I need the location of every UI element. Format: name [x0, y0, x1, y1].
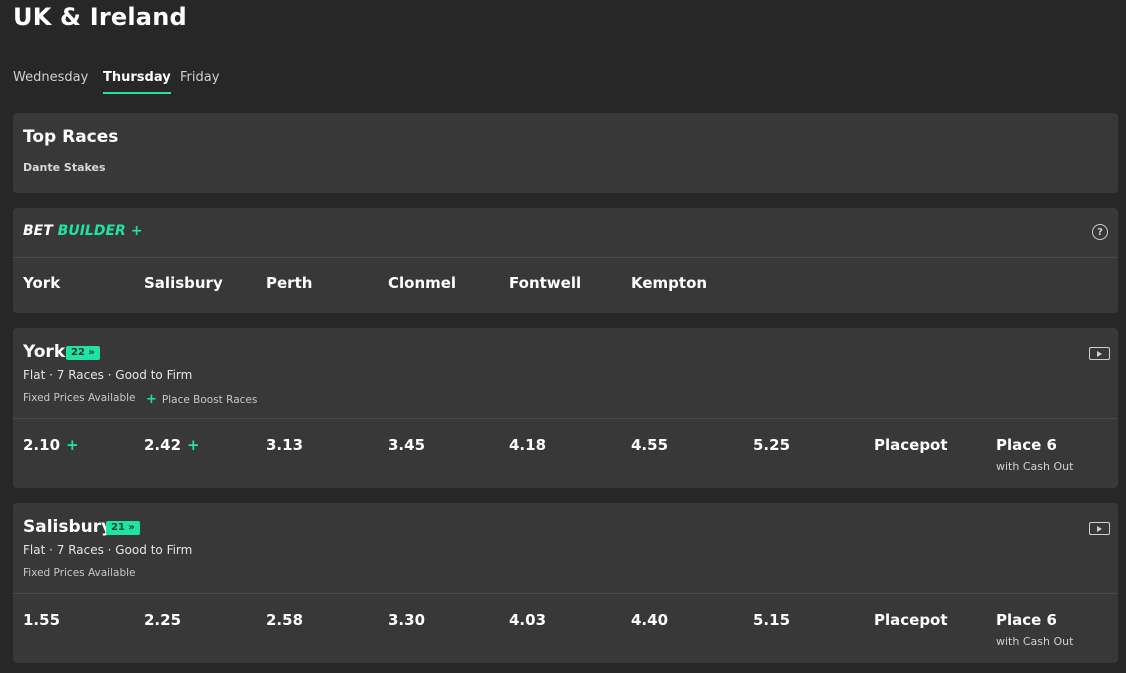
bet-builder-plus-icon: +: [130, 223, 143, 239]
boost-plus-icon: +: [66, 436, 79, 454]
race-time-link[interactable]: 2.10 +: [23, 436, 79, 454]
bet-builder-venue-salisbury[interactable]: Salisbury: [144, 274, 223, 292]
race-time: 2.10: [23, 436, 61, 454]
top-races-title: Top Races: [23, 127, 119, 147]
bet-builder-logo-builder: BUILDER: [57, 223, 126, 239]
race-time-link[interactable]: 2.58: [266, 611, 303, 629]
video-play-icon[interactable]: [1089, 347, 1110, 360]
race-time-link[interactable]: 5.25: [753, 436, 790, 454]
plus-icon: +: [146, 392, 157, 407]
meeting-info: Flat · 7 Races · Good to Firm: [23, 368, 193, 382]
meeting-name[interactable]: Salisbury: [23, 517, 112, 537]
divider: [13, 593, 1118, 594]
top-race-link[interactable]: Dante Stakes: [23, 161, 106, 174]
page: UK & Ireland Wednesday Thursday Friday T…: [0, 0, 1126, 673]
race-time-link[interactable]: 1.55: [23, 611, 60, 629]
race-time-link[interactable]: 3.13: [266, 436, 303, 454]
race-time-link[interactable]: 2.25: [144, 611, 181, 629]
race-time-link[interactable]: 4.55: [631, 436, 668, 454]
meeting-info: Flat · 7 Races · Good to Firm: [23, 543, 193, 557]
race-time: 2.42: [144, 436, 182, 454]
race-count-badge[interactable]: 21 »: [106, 521, 140, 535]
race-count-badge[interactable]: 22 »: [66, 346, 100, 360]
fixed-prices-tag: Fixed Prices Available: [23, 567, 136, 579]
race-time-link[interactable]: 4.18: [509, 436, 546, 454]
place-boost-label: Place Boost Races: [161, 394, 258, 406]
race-time-link[interactable]: 5.15: [753, 611, 790, 629]
place-6-link[interactable]: Place 6: [996, 436, 1057, 454]
bet-builder-venue-york[interactable]: York: [23, 274, 60, 292]
meeting-card-salisbury: Salisbury 21 » Flat · 7 Races · Good to …: [13, 503, 1118, 663]
race-time-link[interactable]: 3.30: [388, 611, 425, 629]
help-icon[interactable]: ?: [1092, 224, 1108, 240]
place-6-link[interactable]: Place 6: [996, 611, 1057, 629]
bet-builder-logo-bet: BET: [23, 223, 53, 239]
fixed-prices-tag: Fixed Prices Available: [23, 392, 136, 404]
bet-builder-venue-kempton[interactable]: Kempton: [631, 274, 707, 292]
tab-friday[interactable]: Friday: [180, 70, 219, 94]
bet-builder-venue-perth[interactable]: Perth: [266, 274, 312, 292]
bet-builder-card: BET BUILDER + ? York Salisbury Perth Clo…: [13, 208, 1118, 313]
boost-plus-icon: +: [187, 436, 200, 454]
cash-out-note: with Cash Out: [996, 635, 1074, 648]
bet-builder-venue-fontwell[interactable]: Fontwell: [509, 274, 581, 292]
page-title: UK & Ireland: [13, 3, 187, 31]
meeting-card-york: York 22 » Flat · 7 Races · Good to Firm …: [13, 328, 1118, 488]
tab-thursday[interactable]: Thursday: [103, 70, 171, 94]
place-boost-tag: + Place Boost Races: [146, 392, 257, 407]
video-play-icon[interactable]: [1089, 522, 1110, 535]
race-time-link[interactable]: 2.42 +: [144, 436, 200, 454]
top-races-card: Top Races Dante Stakes: [13, 113, 1118, 193]
cash-out-note: with Cash Out: [996, 460, 1074, 473]
race-time-link[interactable]: 4.03: [509, 611, 546, 629]
bet-builder-logo: BET BUILDER +: [23, 223, 142, 239]
placepot-link[interactable]: Placepot: [874, 436, 948, 454]
race-time-link[interactable]: 3.45: [388, 436, 425, 454]
divider: [13, 418, 1118, 419]
meeting-name[interactable]: York: [23, 342, 65, 362]
race-time-link[interactable]: 4.40: [631, 611, 668, 629]
bet-builder-venue-clonmel[interactable]: Clonmel: [388, 274, 456, 292]
divider: [13, 257, 1118, 258]
tab-wednesday[interactable]: Wednesday: [13, 70, 88, 94]
placepot-link[interactable]: Placepot: [874, 611, 948, 629]
